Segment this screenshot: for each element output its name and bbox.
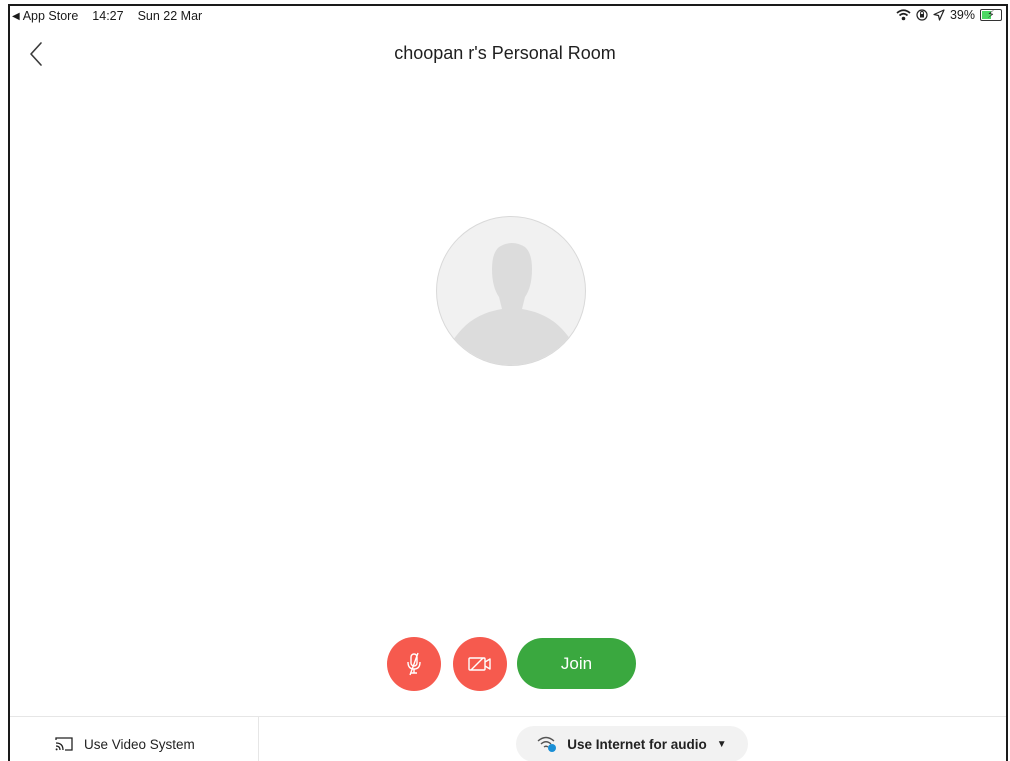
status-left: ◀ App Store 14:27 Sun 22 Mar (12, 9, 202, 23)
bottom-bar: Use Video System Use Internet for audio … (10, 716, 1006, 761)
wifi-audio-icon (537, 736, 557, 752)
battery-percent: 39% (949, 8, 975, 22)
screen-rotation-lock-icon (916, 9, 928, 21)
status-date: Sun 22 Mar (137, 9, 203, 23)
join-button[interactable]: Join (517, 638, 636, 689)
caret-down-icon: ▼ (716, 738, 727, 750)
meeting-controls: Join (0, 637, 1010, 691)
bottom-divider (258, 717, 259, 761)
page-title: choopan r's Personal Room (394, 43, 616, 63)
use-video-system-button[interactable]: Use Video System (54, 736, 195, 752)
cast-icon (55, 737, 73, 751)
mute-button[interactable] (387, 637, 441, 691)
person-silhouette-icon (438, 243, 585, 365)
microphone-muted-icon (407, 652, 421, 676)
status-bar: ◀ App Store 14:27 Sun 22 Mar 39% ⚡ (10, 6, 1006, 28)
wifi-icon (896, 9, 911, 21)
use-video-system-label: Use Video System (84, 736, 195, 752)
audio-connection-label: Use Internet for audio (567, 736, 707, 752)
status-time: 14:27 (92, 9, 124, 23)
battery-icon: ⚡ (980, 9, 1002, 21)
back-to-app-label[interactable]: App Store (23, 9, 79, 23)
video-button[interactable] (453, 637, 507, 691)
back-to-app-icon[interactable]: ◀ (12, 11, 20, 22)
audio-connection-dropdown[interactable]: Use Internet for audio ▼ (516, 726, 748, 761)
video-off-icon (468, 657, 491, 671)
status-right: 39% ⚡ (896, 8, 1002, 22)
avatar (436, 216, 586, 366)
location-arrow-icon (933, 9, 945, 21)
charging-bolt-icon: ⚡ (987, 9, 995, 21)
